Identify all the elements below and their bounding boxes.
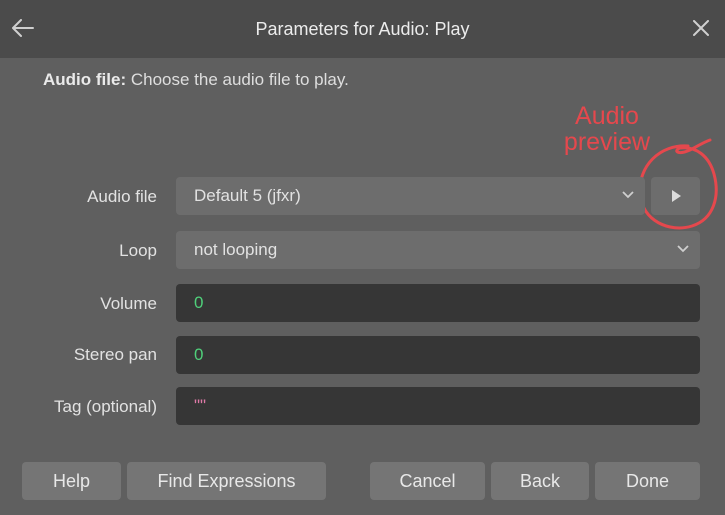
back-button[interactable]: Back [491,462,589,500]
volume-label: Volume [100,294,157,313]
loop-select[interactable]: not looping [176,231,700,269]
audio-preview-annotation: Audio preview [552,103,662,155]
annotation-line-2: preview [563,128,651,156]
help-button[interactable]: Help [22,462,121,500]
close-x-icon [693,20,709,36]
tag-input[interactable]: "" [176,387,700,425]
done-button[interactable]: Done [595,462,700,500]
chevron-down-icon [677,245,689,253]
dialog-titlebar: Parameters for Audio: Play [0,0,725,58]
chevron-down-icon [622,191,634,199]
find-expressions-button[interactable]: Find Expressions [127,462,326,500]
audio-file-label: Audio file [87,187,157,206]
instruction-text: Audio file: Choose the audio file to pla… [43,70,349,90]
instruction-body: Choose the audio file to play. [126,70,349,89]
stereo-pan-value: 0 [194,345,204,364]
annotation-line-1: Audio [575,102,639,130]
tag-label: Tag (optional) [53,397,157,416]
stereo-pan-label: Stereo pan [73,345,157,364]
tag-value: "" [194,396,207,415]
volume-value: 0 [194,293,204,312]
audio-file-select[interactable]: Default 5 (jfxr) [176,177,645,215]
loop-value: not looping [194,240,278,259]
audio-file-value: Default 5 (jfxr) [194,186,301,205]
instruction-label: Audio file: [43,70,127,89]
volume-input[interactable]: 0 [176,284,700,322]
cancel-button[interactable]: Cancel [370,462,485,500]
play-icon [671,190,681,202]
audio-preview-button[interactable] [651,177,700,215]
close-icon[interactable] [687,14,715,42]
stereo-pan-input[interactable]: 0 [176,336,700,374]
loop-label: Loop [119,241,157,260]
dialog-title: Parameters for Audio: Play [255,19,470,39]
